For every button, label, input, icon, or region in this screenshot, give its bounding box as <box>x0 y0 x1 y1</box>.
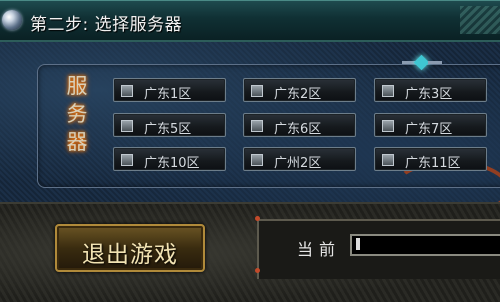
server-button-guangdong-2[interactable]: 广东2区 <box>243 78 356 102</box>
server-button-label: 广东2区 <box>274 87 322 102</box>
current-progress-label: 当前 <box>297 240 342 259</box>
checkbox-icon[interactable] <box>251 120 263 132</box>
checkbox-icon[interactable] <box>121 120 133 132</box>
server-button-label: 广东5区 <box>144 122 192 137</box>
server-button-label: 广东3区 <box>405 87 453 102</box>
server-label-char: 服 <box>66 74 88 98</box>
checkbox-icon[interactable] <box>251 154 263 166</box>
server-button-label: 广东6区 <box>274 122 322 137</box>
server-button-guangzhou-2[interactable]: 广州2区 <box>243 147 356 171</box>
progress-bar <box>350 234 500 256</box>
server-button-guangdong-10[interactable]: 广东10区 <box>113 147 226 171</box>
server-button-guangdong-7[interactable]: 广东7区 <box>374 113 487 137</box>
progress-bar-fill <box>356 238 360 250</box>
server-section-label: 服 务 器 <box>62 72 92 156</box>
server-label-char: 务 <box>66 102 88 126</box>
server-button-label: 广东7区 <box>405 122 453 137</box>
server-button-label: 广东1区 <box>144 87 192 102</box>
rivet-icon <box>255 216 260 221</box>
checkbox-icon[interactable] <box>382 85 394 97</box>
server-label-char: 器 <box>66 130 88 154</box>
gem-ornament-icon <box>402 54 442 71</box>
checkbox-icon[interactable] <box>251 85 263 97</box>
server-button-guangdong-5[interactable]: 广东5区 <box>113 113 226 137</box>
checkbox-icon[interactable] <box>382 120 394 132</box>
orb-icon <box>2 10 22 30</box>
server-button-label: 广州2区 <box>274 156 322 171</box>
rivet-icon <box>255 268 260 273</box>
title-bar: 第二步: 选择服务器 <box>0 0 500 42</box>
checkbox-icon[interactable] <box>121 85 133 97</box>
server-button-guangdong-11[interactable]: 广东11区 <box>374 147 487 171</box>
exit-game-label: 退出游戏 <box>82 242 178 268</box>
page-title: 第二步: 选择服务器 <box>30 15 183 35</box>
checkbox-icon[interactable] <box>382 154 394 166</box>
exit-game-button[interactable]: 退出游戏 <box>55 224 205 272</box>
server-button-guangdong-3[interactable]: 广东3区 <box>374 78 487 102</box>
server-button-guangdong-6[interactable]: 广东6区 <box>243 113 356 137</box>
title-ornament-icon <box>460 6 500 34</box>
server-button-label: 广东10区 <box>144 156 200 171</box>
server-button-label: 广东11区 <box>405 156 461 171</box>
server-button-guangdong-1[interactable]: 广东1区 <box>113 78 226 102</box>
checkbox-icon[interactable] <box>121 154 133 166</box>
